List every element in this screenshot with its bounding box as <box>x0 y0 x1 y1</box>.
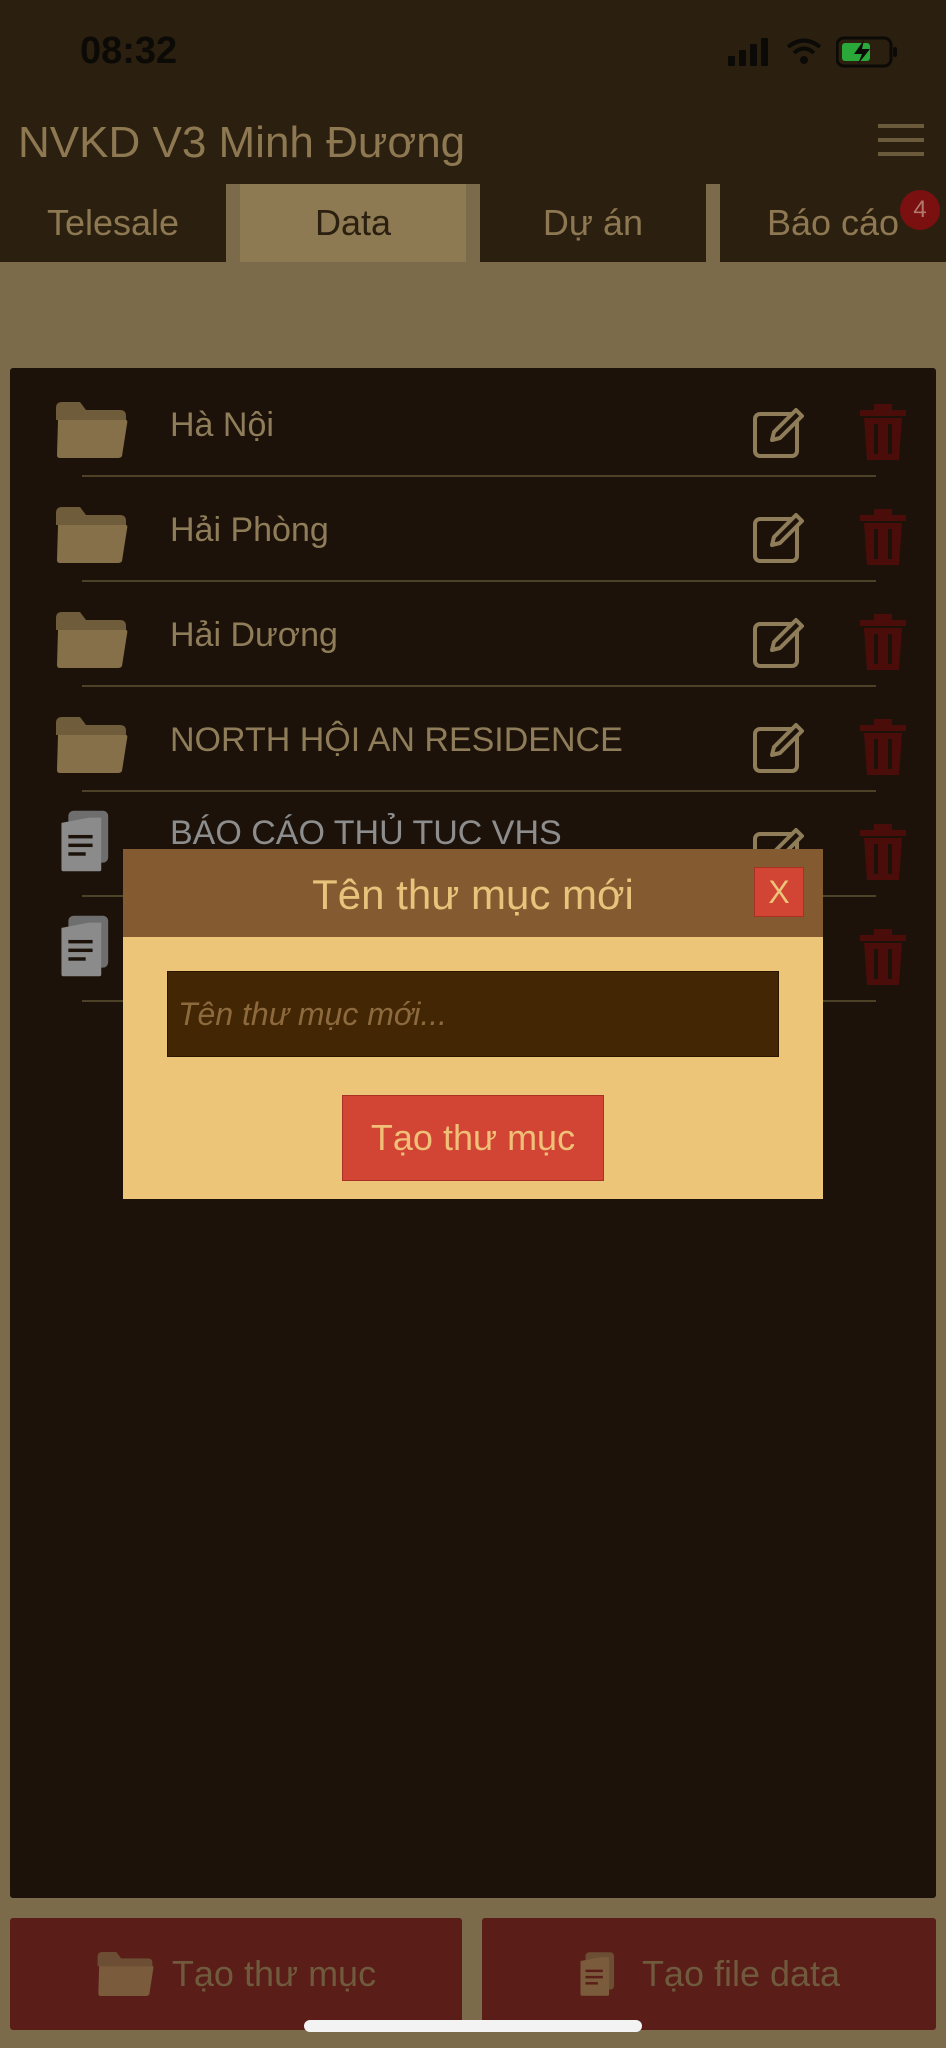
folder-icon <box>56 612 128 668</box>
item-label: Hà Nội <box>170 406 274 444</box>
file-icon <box>61 810 109 872</box>
folder-icon <box>56 717 128 773</box>
edit-icon[interactable] <box>752 614 808 670</box>
wifi-icon <box>786 38 822 64</box>
trash-icon[interactable] <box>860 614 906 670</box>
tab-bar: Telesale Data Dự án Báo cáo <box>0 184 946 262</box>
create-file-label: Tạo file data <box>641 1953 841 1994</box>
folder-icon <box>97 1952 154 1996</box>
list-item[interactable]: Hà Nội <box>40 372 906 477</box>
edit-icon[interactable] <box>752 719 808 775</box>
home-indicator <box>304 2020 642 2032</box>
tab-telesale[interactable]: Telesale <box>0 184 226 262</box>
edit-icon[interactable] <box>752 509 808 565</box>
folder-icon <box>56 507 128 563</box>
tab-label: Data <box>314 202 392 243</box>
trash-icon[interactable] <box>860 824 906 880</box>
folder-name-input[interactable] <box>167 971 779 1057</box>
trash-icon[interactable] <box>860 929 906 985</box>
dialog-title: Tên thư mục mới <box>312 871 634 918</box>
battery-icon <box>836 36 897 68</box>
trash-icon[interactable] <box>860 509 906 565</box>
create-file-button[interactable]: Tạo file data <box>482 1918 936 2030</box>
trash-icon[interactable] <box>860 719 906 775</box>
create-folder-button[interactable]: Tạo thư mục <box>10 1918 462 2030</box>
status-time: 08:32 <box>80 30 178 72</box>
dialog-header: Tên thư mục mới X <box>123 849 823 937</box>
tab-label: Telesale <box>46 202 180 243</box>
signal-icon <box>728 38 768 66</box>
folder-icon <box>56 402 128 458</box>
file-icon <box>580 1952 614 1996</box>
edit-icon[interactable] <box>752 404 808 460</box>
item-label: Hải Phòng <box>170 511 329 549</box>
new-folder-dialog: Tên thư mục mới X Tạo thư mục <box>123 849 823 1199</box>
create-folder-label: Tạo thư mục <box>171 1953 377 1994</box>
notification-badge: 4 <box>900 190 940 230</box>
tab-data[interactable]: Data <box>240 184 466 262</box>
item-label: BÁO CÁO THỦ TUC VHS <box>170 814 562 852</box>
app-header: NVKD V3 Minh Đương <box>0 100 946 184</box>
close-button[interactable]: X <box>754 867 804 917</box>
tab-label: Báo cáo <box>766 202 900 243</box>
create-folder-confirm-button[interactable]: Tạo thư mục <box>342 1095 604 1181</box>
app-title: NVKD V3 Minh Đương <box>18 118 466 167</box>
tab-label: Dự án <box>542 202 644 243</box>
hamburger-menu-icon[interactable] <box>878 120 924 160</box>
item-label: NORTH HỘI AN RESIDENCE <box>170 721 623 759</box>
tab-du-an[interactable]: Dự án <box>480 184 706 262</box>
list-item[interactable]: NORTH HỘI AN RESIDENCE <box>40 687 906 792</box>
list-item[interactable]: Hải Phòng <box>40 477 906 582</box>
status-bar: 08:32 <box>0 0 946 100</box>
file-icon <box>61 915 109 977</box>
item-label: Hải Dương <box>170 616 338 654</box>
list-item[interactable]: Hải Dương <box>40 582 906 687</box>
trash-icon[interactable] <box>860 404 906 460</box>
